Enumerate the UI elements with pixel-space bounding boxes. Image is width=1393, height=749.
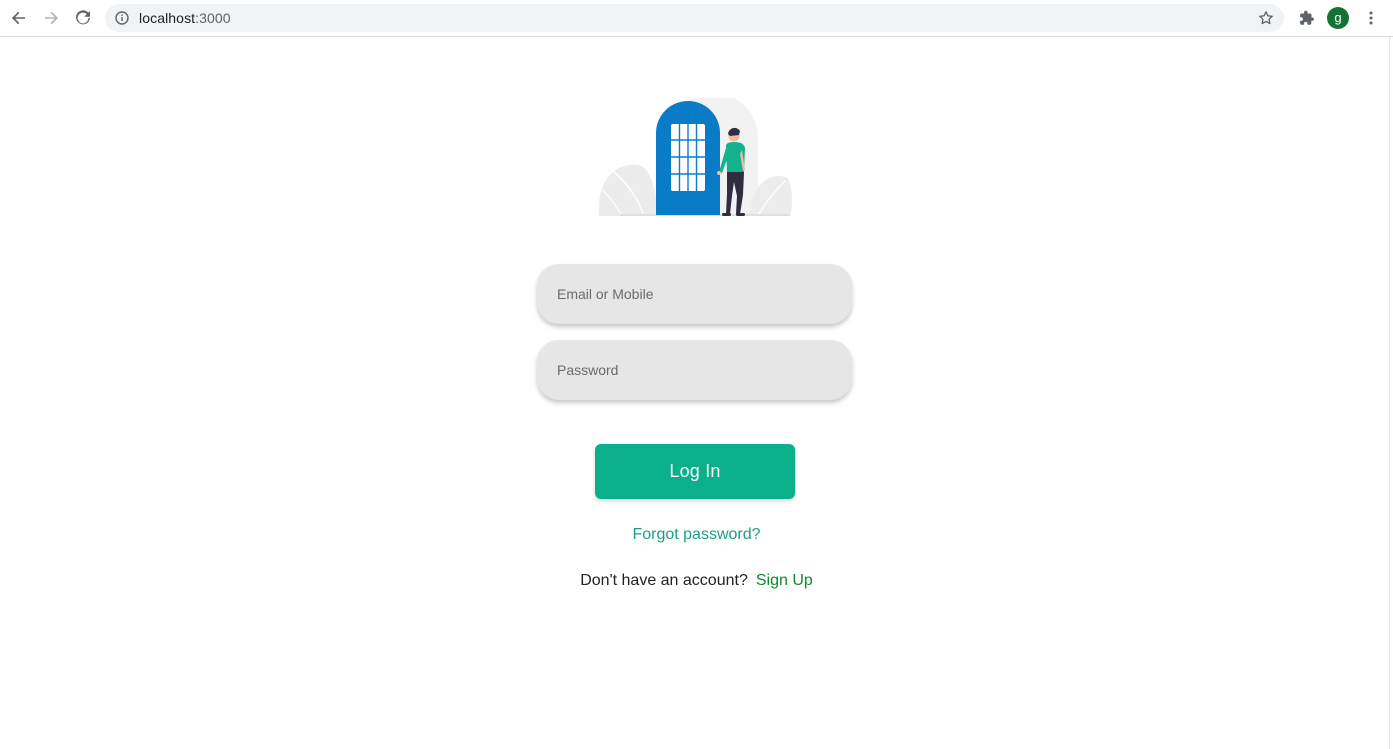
info-icon[interactable]	[114, 10, 130, 26]
back-arrow-icon[interactable]	[7, 6, 31, 30]
no-account-text: Don't have an account?	[580, 572, 748, 589]
signup-link[interactable]: Sign Up	[756, 572, 813, 589]
forgot-password-link[interactable]: Forgot password?	[632, 526, 760, 543]
login-illustration	[598, 93, 792, 218]
login-button[interactable]: Log In	[595, 444, 795, 499]
signup-row: Don't have an account? Sign Up	[0, 572, 1393, 590]
extensions-puzzle-icon[interactable]	[1294, 6, 1318, 30]
password-input[interactable]	[537, 340, 852, 400]
reload-icon[interactable]	[71, 6, 95, 30]
email-or-mobile-input[interactable]	[537, 264, 852, 324]
url-text: localhost:3000	[139, 10, 231, 26]
forward-arrow-icon[interactable]	[39, 6, 63, 30]
bookmark-star-icon[interactable]	[1257, 9, 1275, 27]
window-edge	[1389, 37, 1393, 749]
forgot-password-row: Forgot password?	[0, 526, 1393, 544]
browser-toolbar: localhost:3000 g	[0, 0, 1393, 37]
profile-avatar[interactable]: g	[1327, 7, 1349, 29]
url-host: localhost	[139, 10, 196, 26]
url-port: :3000	[195, 10, 231, 26]
address-bar[interactable]: localhost:3000	[105, 4, 1284, 32]
more-vert-icon[interactable]	[1359, 6, 1383, 30]
